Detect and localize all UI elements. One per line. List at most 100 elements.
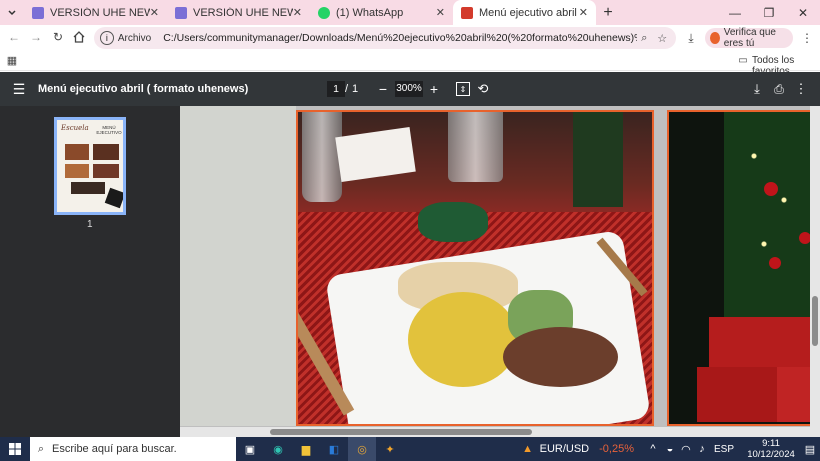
christmas-photo xyxy=(667,110,820,426)
close-icon[interactable]: ✕ xyxy=(436,6,445,19)
scroll-thumb[interactable] xyxy=(812,296,818,346)
forward-icon[interactable]: → xyxy=(28,29,44,45)
url-text[interactable]: C:/Users/communitymanager/Downloads/Menú… xyxy=(163,32,636,44)
tab-title: VERSIÓN UHE NEWS - Sitio we xyxy=(193,6,293,19)
page-left-margin xyxy=(180,106,296,426)
pinned-app-icon[interactable]: ✦ xyxy=(376,437,404,461)
ornament xyxy=(769,257,781,269)
address-bar[interactable]: i Archivo C:/Users/communitymanager/Down… xyxy=(94,27,676,49)
thumb-photo xyxy=(71,182,105,194)
tab-title: VERSIÓN UHE NEWS - Sitio we xyxy=(50,6,150,19)
apps-grid-icon[interactable]: ▦ xyxy=(6,54,18,67)
minimize-icon[interactable]: — xyxy=(718,0,752,25)
site-favicon xyxy=(32,6,44,19)
bookmarks-bar: ▦ ▭ Todos los favoritos xyxy=(0,51,820,77)
thumb-photo xyxy=(93,144,119,160)
close-icon[interactable]: ✕ xyxy=(293,6,302,19)
page-thumbnail[interactable]: Escuela MENÚ EJECUTIVO xyxy=(54,117,126,215)
close-icon[interactable]: ✕ xyxy=(579,6,588,19)
volume-icon[interactable]: ♪ xyxy=(694,443,710,455)
thumb-subtitle: MENÚ EJECUTIVO xyxy=(96,125,122,135)
print-icon[interactable]: ⎙ xyxy=(772,81,786,97)
hamburger-menu-icon[interactable]: ☰ xyxy=(12,81,26,97)
wine-glass xyxy=(448,112,503,182)
tab-search-icon[interactable] xyxy=(0,0,24,25)
home-icon[interactable] xyxy=(71,29,87,45)
pdf-icon xyxy=(461,6,473,19)
back-icon[interactable]: ← xyxy=(6,29,22,45)
profile-avatar xyxy=(710,32,720,44)
taskbar: ⌕ Escribe aquí para buscar. ▣ ◉ ▆ ◧ ◎ ✦ … xyxy=(0,437,820,461)
stocks-icon: ▲ xyxy=(522,443,534,455)
zoom-in-icon[interactable]: + xyxy=(427,81,441,97)
outlook-icon[interactable]: ◧ xyxy=(320,437,348,461)
maximize-icon[interactable]: ❐ xyxy=(752,0,786,25)
profile-button[interactable]: Verifica que eres tú xyxy=(705,27,793,49)
new-tab-icon[interactable]: + xyxy=(596,0,620,25)
rotate-icon[interactable]: ⟲ xyxy=(476,81,490,97)
info-icon[interactable]: i xyxy=(100,31,114,45)
network-icon[interactable]: ◒ xyxy=(662,443,678,455)
toolbar: ← → ↻ i Archivo C:/Users/communitymanage… xyxy=(0,25,820,51)
language-indicator[interactable]: ESP xyxy=(714,444,734,455)
whatsapp-icon xyxy=(318,6,330,19)
thumb-photo xyxy=(93,164,119,178)
taskbar-search[interactable]: ⌕ Escribe aquí para buscar. xyxy=(30,437,236,461)
download-pdf-icon[interactable]: ⤓ xyxy=(750,81,764,97)
zoom-level-input[interactable]: 300% xyxy=(395,81,423,97)
site-favicon xyxy=(175,6,187,19)
scroll-thumb[interactable] xyxy=(270,429,532,435)
thumbnail-sidebar: Escuela MENÚ EJECUTIVO 1 xyxy=(0,106,180,437)
page-total: 1 xyxy=(352,83,359,95)
task-view-icon[interactable]: ▣ xyxy=(236,437,264,461)
scheme-chip: Archivo xyxy=(117,32,152,44)
tab-whatsapp[interactable]: (1) WhatsApp ✕ xyxy=(310,0,453,25)
edge-icon[interactable]: ◉ xyxy=(264,437,292,461)
fx-change: -0,25% xyxy=(599,443,634,455)
menu-kebab-icon[interactable]: ⋮ xyxy=(800,30,814,46)
star-icon[interactable]: ☆ xyxy=(652,32,672,45)
thumb-page-label: 1 xyxy=(87,219,93,230)
fit-page-icon[interactable]: ⇕ xyxy=(456,82,470,96)
food-photo xyxy=(296,110,654,426)
window-close-icon[interactable]: ✕ xyxy=(786,0,820,25)
gift-box xyxy=(709,317,818,372)
search-icon: ⌕ xyxy=(37,442,45,455)
chevron-up-icon[interactable]: ^ xyxy=(644,443,662,455)
clock[interactable]: 9:11 10/12/2024 xyxy=(742,438,800,460)
thumb-photo xyxy=(65,164,89,178)
zoom-out-icon[interactable]: − xyxy=(376,81,390,97)
folder-icon: ▭ xyxy=(738,54,748,66)
download-icon[interactable]: ⤓ xyxy=(683,30,699,46)
zoom-icon[interactable]: ⌕ xyxy=(637,32,653,45)
tab-title: Menú ejecutivo abril ( formato xyxy=(479,6,579,19)
page-separator: / xyxy=(345,83,349,95)
windows-start-icon[interactable] xyxy=(0,437,30,461)
close-icon[interactable]: ✕ xyxy=(150,6,159,19)
reload-icon[interactable]: ↻ xyxy=(50,29,66,45)
chrome-icon[interactable]: ◎ xyxy=(348,437,376,461)
tab-strip: VERSIÓN UHE NEWS - Sitio we ✕ VERSIÓN UH… xyxy=(0,0,820,25)
refried-beans xyxy=(503,327,618,387)
pdf-toolbar: ☰ Menú ejecutivo abril ( formato uhenews… xyxy=(0,72,820,106)
pdf-title: Menú ejecutivo abril ( formato uhenews) xyxy=(38,83,249,95)
file-explorer-icon[interactable]: ▆ xyxy=(292,437,320,461)
page-number-input[interactable]: 1 xyxy=(327,81,345,97)
tab-menu-pdf[interactable]: Menú ejecutivo abril ( formato ✕ xyxy=(453,0,596,25)
notifications-icon[interactable]: ▤ xyxy=(800,443,820,456)
fx-label[interactable]: EUR/USD xyxy=(540,443,590,455)
tab-uhe-1[interactable]: VERSIÓN UHE NEWS - Sitio we ✕ xyxy=(24,0,167,25)
pdf-viewer[interactable] xyxy=(180,106,820,437)
horizontal-scrollbar[interactable] xyxy=(180,427,810,437)
more-options-icon[interactable]: ⋮ xyxy=(795,81,808,97)
wine-bottle xyxy=(573,112,623,207)
thumb-photo xyxy=(65,144,89,160)
vertical-scrollbar[interactable] xyxy=(810,106,820,437)
gift-box xyxy=(697,367,782,422)
thumb-title: Escuela xyxy=(61,124,89,132)
tab-uhe-2[interactable]: VERSIÓN UHE NEWS - Sitio we ✕ xyxy=(167,0,310,25)
wine-glass xyxy=(302,112,342,202)
green-napkin xyxy=(418,202,488,242)
wifi-icon[interactable]: ◠ xyxy=(678,443,694,456)
thumb-gift-icon xyxy=(104,187,123,209)
